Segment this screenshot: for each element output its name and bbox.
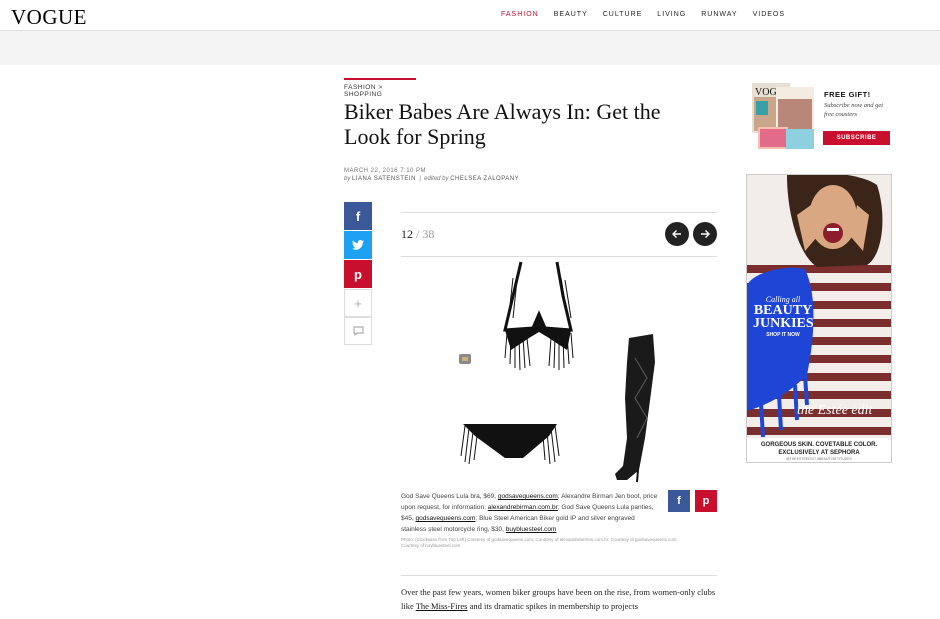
content-divider (401, 575, 717, 576)
magazine-cover-promo[interactable]: VOGUE (752, 83, 818, 150)
breadcrumb[interactable]: FASHION > SHOPPING (344, 78, 416, 98)
arrow-right-icon (701, 230, 710, 238)
facebook-icon: f (355, 208, 361, 224)
slide-current: 12 (401, 227, 413, 241)
arrow-left-icon (672, 230, 681, 238)
facebook-icon: f (677, 495, 681, 507)
share-pinterest-button[interactable]: p (344, 260, 372, 288)
panties-image (460, 424, 560, 465)
comment-icon (353, 326, 363, 336)
editor-name[interactable]: CHELSEA ZALOPANY (450, 176, 519, 182)
slide-counter: 12 / 38 (401, 227, 434, 242)
slide-share-facebook-button[interactable]: f (668, 490, 690, 512)
byline: by LIANA SATENSTEIN | edited by CHELSEA … (344, 176, 519, 182)
slideshow-controls: 12 / 38 (401, 212, 717, 257)
nav-beauty[interactable]: BEAUTY (554, 11, 588, 18)
share-twitter-button[interactable] (344, 231, 372, 259)
author-name[interactable]: LIANA SATENSTEIN (352, 176, 416, 182)
slide-caption: God Save Queens Lula bra, $69, godsavequ… (401, 491, 661, 535)
slide-separator: / (413, 227, 423, 241)
slide-total: 38 (422, 227, 435, 241)
edited-prefix: edited by (424, 176, 449, 182)
leaderboard-ad-space (0, 31, 940, 65)
nav-videos[interactable]: VIDEOS (753, 11, 785, 18)
body-link-miss-fires[interactable]: The Miss-Fires (416, 601, 468, 611)
pinterest-icon: p (354, 266, 362, 282)
nav-runway[interactable]: RUNWAY (701, 11, 737, 18)
top-navigation-bar: VOGUE FASHION BEAUTY CULTURE LIVING RUNW… (0, 0, 940, 31)
comment-button[interactable] (344, 317, 372, 345)
ad-footer-text: GORGEOUS SKIN. COVETABLE COLOR. EXCLUSIV… (760, 442, 878, 456)
ad-callout: Calling all BEAUTY JUNKIES SHOP IT NOW (753, 295, 814, 338)
share-facebook-button[interactable]: f (344, 202, 372, 230)
ring-image (459, 354, 471, 364)
body-text-2: and its dramatic spikes in membership to… (467, 601, 638, 611)
vogue-logo[interactable]: VOGUE (11, 5, 87, 30)
ad-hashtags: @THEESTEEEDIT #BEAUTYATTITUDES (786, 457, 852, 461)
twitter-icon (352, 240, 364, 250)
caption-link-godsavequeens-panties[interactable]: godsavequeens.com (415, 515, 475, 522)
subscribe-button[interactable]: SUBSCRIBE (823, 131, 890, 145)
ad-brand: the Estée edit (797, 403, 873, 418)
caption-link-alexandrebirman[interactable]: alexandrebirman.com.br (488, 504, 558, 511)
main-nav: FASHION BEAUTY CULTURE LIVING RUNWAY VID… (501, 11, 785, 18)
byline-separator: | (419, 176, 421, 182)
slide-product-image[interactable] (401, 258, 717, 484)
next-slide-button[interactable] (693, 222, 717, 246)
ad-callout-line2: BEAUTY JUNKIES (753, 303, 814, 331)
photo-credit: Photo: (Clockwise from Top Left) Courtes… (401, 537, 678, 548)
promo-title: FREE GIFT! (824, 90, 871, 99)
caption-link-buybluesteel[interactable]: buybluesteel.com (506, 526, 557, 533)
pinterest-icon: p (702, 495, 710, 507)
nav-living[interactable]: LIVING (657, 11, 686, 18)
caption-text-1: God Save Queens Lula bra, $69, (401, 493, 498, 500)
promo-text: Subscribe now and get free coasters (824, 102, 884, 118)
boot-image (615, 334, 655, 483)
article-date: MARCH 22, 2016 7:10 PM (344, 168, 427, 174)
nav-culture[interactable]: CULTURE (603, 11, 643, 18)
article-title: Biker Babes Are Always In: Get the Look … (344, 99, 661, 149)
previous-slide-button[interactable] (665, 222, 689, 246)
nav-fashion[interactable]: FASHION (501, 11, 539, 18)
bra-image (503, 261, 574, 371)
caption-link-godsavequeens-bra[interactable]: godsavequeens.com (498, 493, 558, 500)
article-body: Over the past few years, women biker gro… (401, 585, 719, 613)
ad-shop-now[interactable]: SHOP IT NOW (753, 332, 813, 338)
sephora-ad[interactable]: Calling all BEAUTY JUNKIES SHOP IT NOW t… (746, 174, 892, 463)
more-share-button[interactable]: + (344, 289, 372, 317)
slide-share-pinterest-button[interactable]: p (695, 490, 717, 512)
plus-icon: + (354, 295, 362, 311)
by-prefix: by (344, 176, 351, 182)
